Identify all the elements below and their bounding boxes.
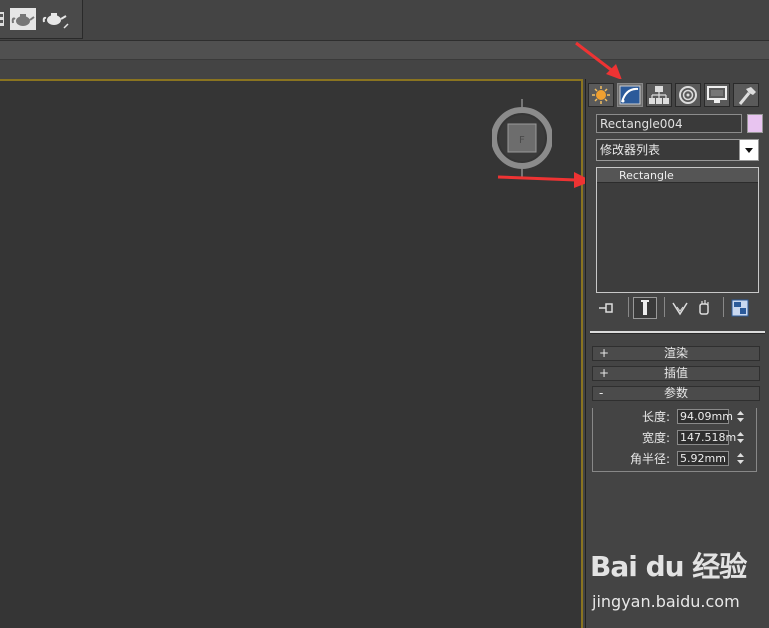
parameters-panel: 长度: 94.09mm 宽度: 147.518m 角半径: 5.92mm [592,408,757,472]
width-spinner-icon[interactable] [735,430,746,445]
panel-divider [590,333,765,334]
rollout-interpolation[interactable]: + 插值 [592,366,760,381]
baidu-watermark-url: jingyan.baidu.com [592,592,740,611]
tab-create[interactable] [588,83,614,107]
corner-radius-label: 角半径: [629,452,670,466]
toolbar-separator [664,297,665,317]
main-toolbar [0,0,769,40]
viewcube-icon[interactable]: F [492,99,552,177]
hierarchy-icon [649,86,669,104]
length-spinner-icon[interactable] [735,409,746,424]
display-monitor-icon [707,86,727,103]
tab-display[interactable] [704,83,730,107]
annotation-arrow-icon [497,172,592,188]
render-frame-icon[interactable] [0,8,6,30]
toolbar-separator [628,297,629,317]
chevron-down-icon [745,148,753,153]
annotation-arrow-icon [575,41,622,80]
width-field[interactable]: 147.518m [677,430,736,445]
length-field[interactable]: 94.09mm [677,409,733,424]
rollout-parameters[interactable]: - 参数 [592,386,760,401]
stack-item-label: Rectangle [619,169,674,182]
make-unique-icon[interactable] [670,297,690,319]
stack-item-rectangle[interactable]: Rectangle [597,168,758,183]
baidu-watermark-logo: Bai du 经验 [590,550,747,583]
svg-text:F: F [519,135,525,146]
modify-curve-icon [619,85,641,105]
tab-motion[interactable] [675,83,701,107]
toolbar-separator [723,297,724,317]
render-teapot-icon[interactable] [42,8,70,30]
configure-modifier-sets-icon[interactable] [730,297,750,319]
corner-radius-spinner-icon[interactable] [735,451,746,466]
modifier-list-dropdown[interactable]: 修改器列表 [596,139,759,161]
modifier-stack[interactable]: Rectangle [596,167,759,293]
tab-hierarchy[interactable] [646,83,672,107]
modifier-list-value: 修改器列表 [600,143,661,157]
tab-modify[interactable] [617,83,643,107]
remove-modifier-icon[interactable] [694,297,714,319]
tab-utilities[interactable] [733,83,759,107]
viewport-label-bar [0,60,769,79]
create-sun-icon [592,86,610,104]
viewport-perspective[interactable]: F [0,79,583,628]
dropdown-arrow[interactable] [739,140,758,160]
pin-stack-icon[interactable] [596,297,616,319]
rollout-title: 渲染 [663,346,688,360]
utilities-hammer-icon [738,87,756,105]
object-color-swatch[interactable] [747,114,763,133]
show-end-result-icon [641,300,649,315]
show-end-result-button[interactable] [633,297,657,319]
render-setup-teapot-icon[interactable] [10,8,36,30]
corner-radius-field[interactable]: 5.92mm [677,451,729,466]
width-label: 宽度: [641,431,670,445]
length-label: 长度: [641,410,670,424]
rollout-title: 参数 [663,386,688,400]
rollout-rendering[interactable]: + 渲染 [592,346,760,361]
rollout-title: 插值 [663,366,688,380]
ribbon-bar [0,41,769,60]
render-toolbar-group [0,0,83,39]
object-name-field[interactable]: Rectangle004 [596,114,742,133]
motion-icon [679,86,697,104]
